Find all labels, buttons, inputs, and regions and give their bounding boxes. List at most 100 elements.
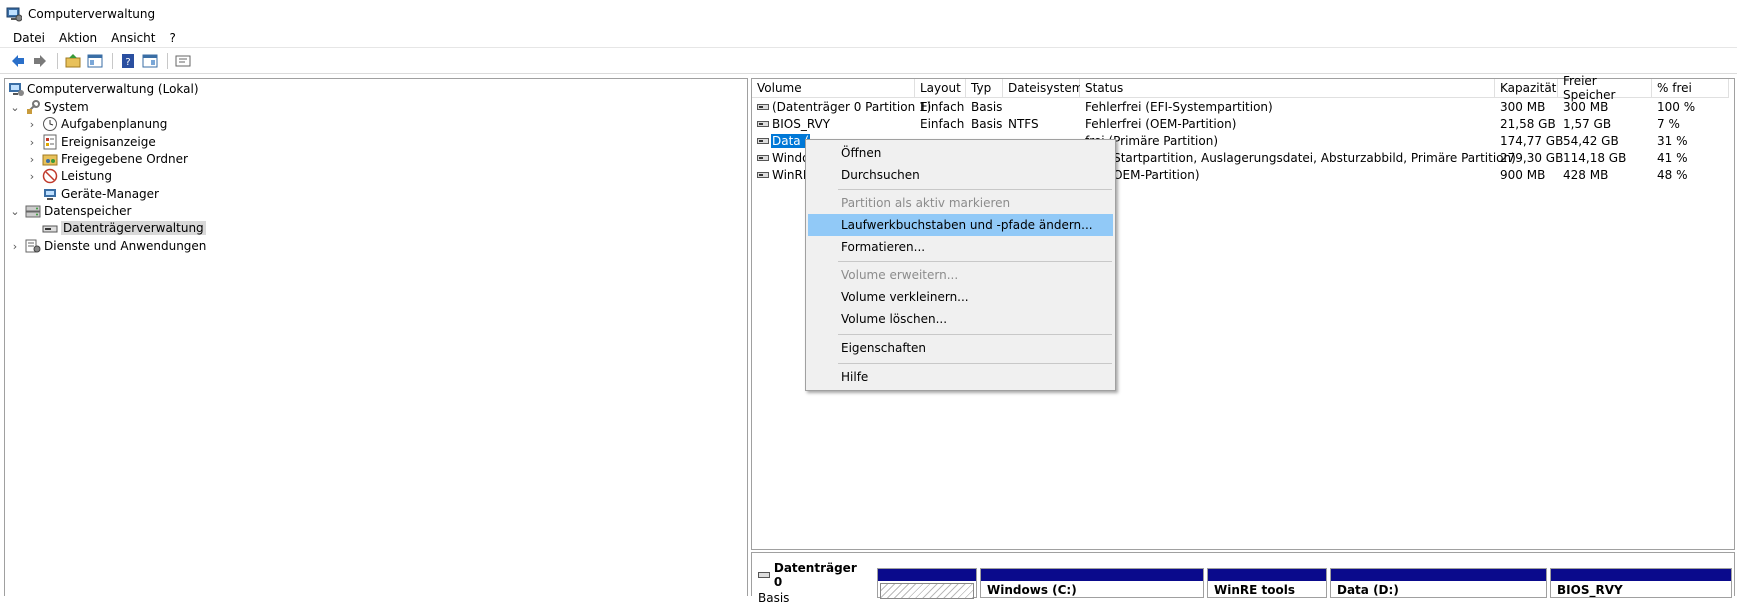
tree-item-datentraegerverwaltung[interactable]: Datenträgerverwaltung: [38, 219, 206, 237]
chevron-right-icon[interactable]: ›: [26, 170, 38, 183]
partition-data[interactable]: Data (D:): [1330, 568, 1547, 598]
svg-text:?: ?: [125, 57, 130, 68]
tree-item-aufgabenplanung[interactable]: › Aufgabenplanung: [26, 115, 167, 133]
menu-item-laufwerkbuchstaben-aendern[interactable]: Laufwerkbuchstaben und -pfade ändern...: [808, 214, 1113, 236]
menu-item-hilfe[interactable]: Hilfe: [808, 366, 1113, 388]
cell-status: Fehlerfrei (EFI-Systempartition): [1085, 100, 1273, 114]
partition-label: WinRE tools: [1214, 583, 1295, 597]
column-header-freier-speicher[interactable]: Freier Speicher: [1558, 74, 1652, 102]
properties-icon[interactable]: [173, 51, 193, 71]
table-row[interactable]: BIOS_RVY Einfach Basis NTFS Fehlerfrei (…: [752, 116, 1734, 133]
tree-item-label: Dienste und Anwendungen: [44, 239, 207, 253]
tree-item-datenspeicher[interactable]: ⌄ Datenspeicher: [9, 202, 131, 220]
cell-status: frei (Startpartition, Auslagerungsdatei,…: [1085, 151, 1516, 165]
partition-bar: [981, 569, 1203, 581]
partition-winre[interactable]: WinRE tools: [1207, 568, 1327, 598]
cell-typ: Basis: [971, 100, 1003, 114]
column-header-layout[interactable]: Layout: [915, 79, 966, 98]
cell-volume: BIOS_RVY: [772, 117, 831, 131]
cell-kapazitaet: 300 MB: [1500, 100, 1546, 114]
cell-kapazitaet: 174,77 GB: [1500, 134, 1564, 148]
table-row[interactable]: (Datenträger 0 Partition 1) Einfach Basi…: [752, 99, 1734, 116]
partition-label: Windows (C:): [987, 583, 1077, 597]
help-icon[interactable]: ?: [118, 51, 138, 71]
show-hide-tree-icon[interactable]: [85, 51, 105, 71]
title-bar: Computerverwaltung: [0, 0, 1737, 28]
tree-item-label: Freigegebene Ordner: [61, 152, 188, 166]
tree-item-system[interactable]: ⌄ System: [9, 98, 89, 116]
cell-volume: (Datenträger 0 Partition 1): [772, 100, 932, 114]
cell-layout: Einfach: [920, 117, 965, 131]
column-header-typ[interactable]: Typ: [966, 79, 1003, 98]
menu-item-durchsuchen[interactable]: Durchsuchen: [808, 164, 1113, 186]
menu-item-formatieren[interactable]: Formatieren...: [808, 236, 1113, 258]
computer-management-icon: [8, 81, 24, 97]
disk-icon: [758, 572, 770, 578]
tree-item-dienste[interactable]: › Dienste und Anwendungen: [9, 237, 207, 255]
cell-prozent-frei: 100 %: [1657, 100, 1696, 114]
cell-typ: Basis: [971, 117, 1003, 131]
menu-item-partition-aktiv[interactable]: Partition als aktiv markieren: [808, 192, 1113, 214]
up-folder-icon[interactable]: [63, 51, 83, 71]
tree-item-label: Datenspeicher: [44, 204, 132, 218]
menu-item-volume-erweitern[interactable]: Volume erweitern...: [808, 264, 1113, 286]
system-tools-icon: [25, 99, 41, 115]
cell-freier-speicher: 428 MB: [1563, 168, 1609, 182]
volume-icon: [757, 138, 769, 144]
menu-datei[interactable]: Datei: [0, 28, 52, 48]
partition-windows[interactable]: Windows (C:): [980, 568, 1204, 598]
show-hide-action-pane-icon[interactable]: [140, 51, 160, 71]
partition-bios-rvy[interactable]: BIOS_RVY: [1550, 568, 1732, 598]
menu-item-oeffnen[interactable]: Öffnen: [808, 142, 1113, 164]
menu-aktion[interactable]: Aktion: [52, 28, 104, 48]
chevron-down-icon[interactable]: ⌄: [9, 101, 21, 114]
tree-item-label: Computerverwaltung (Lokal): [27, 82, 199, 96]
tree-item-label: Ereignisanzeige: [61, 135, 156, 149]
tree-item-root[interactable]: Computerverwaltung (Lokal): [8, 80, 199, 98]
column-header-dateisystem[interactable]: Dateisystem: [1003, 79, 1083, 98]
menu-item-eigenschaften[interactable]: Eigenschaften: [808, 337, 1113, 359]
partition-hatch: [880, 583, 974, 599]
toolbar: ?: [0, 49, 1737, 74]
cell-dateisystem: NTFS: [1008, 117, 1039, 131]
column-header-status[interactable]: Status: [1080, 79, 1495, 98]
column-header-kapazitaet[interactable]: Kapazität: [1495, 79, 1558, 98]
menu-item-volume-verkleinern[interactable]: Volume verkleinern...: [808, 286, 1113, 308]
disk-map: Datenträger 0 Basis Windows (C:) WinRE t…: [751, 552, 1735, 605]
menu-ansicht[interactable]: Ansicht: [104, 28, 162, 48]
tree-item-freigegebene-ordner[interactable]: › Freigegebene Ordner: [26, 150, 188, 168]
chevron-right-icon[interactable]: ›: [26, 153, 38, 166]
computer-management-icon: [6, 6, 23, 22]
cell-status: Fehlerfrei (OEM-Partition): [1085, 117, 1237, 131]
column-header-prozent-frei[interactable]: % frei: [1652, 79, 1729, 98]
tree-item-label: Leistung: [61, 169, 112, 183]
clock-icon: [42, 116, 58, 132]
chevron-down-icon[interactable]: ⌄: [9, 205, 21, 218]
disk-name: Datenträger 0: [773, 561, 857, 589]
forward-icon[interactable]: [30, 51, 50, 71]
performance-icon: [42, 168, 58, 184]
volume-icon: [757, 121, 769, 127]
partition-bar: [878, 569, 976, 581]
disk-label[interactable]: Datenträger 0 Basis: [758, 561, 868, 605]
cell-kapazitaet: 900 MB: [1500, 168, 1546, 182]
back-icon[interactable]: [8, 51, 28, 71]
volume-icon: [757, 104, 769, 110]
toolbar-separator: [112, 53, 113, 69]
chevron-right-icon[interactable]: ›: [26, 118, 38, 131]
menu-separator: [838, 334, 1112, 335]
services-icon: [25, 238, 41, 254]
chevron-right-icon[interactable]: ›: [9, 240, 21, 253]
tree-item-leistung[interactable]: › Leistung: [26, 167, 112, 185]
partition-label: BIOS_RVY: [1557, 583, 1623, 597]
context-menu: Öffnen Durchsuchen Partition als aktiv m…: [805, 139, 1116, 391]
cell-freier-speicher: 300 MB: [1563, 100, 1609, 114]
tree-item-geraete-manager[interactable]: Geräte-Manager: [38, 185, 159, 203]
partition-efi[interactable]: [877, 568, 977, 599]
tree-item-ereignisanzeige[interactable]: › Ereignisanzeige: [26, 133, 156, 151]
menu-help[interactable]: ?: [162, 28, 182, 48]
column-header-volume[interactable]: Volume: [752, 79, 915, 98]
menu-item-volume-loeschen[interactable]: Volume löschen...: [808, 308, 1113, 330]
chevron-right-icon[interactable]: ›: [26, 136, 38, 149]
tree-item-label: Aufgabenplanung: [61, 117, 168, 131]
